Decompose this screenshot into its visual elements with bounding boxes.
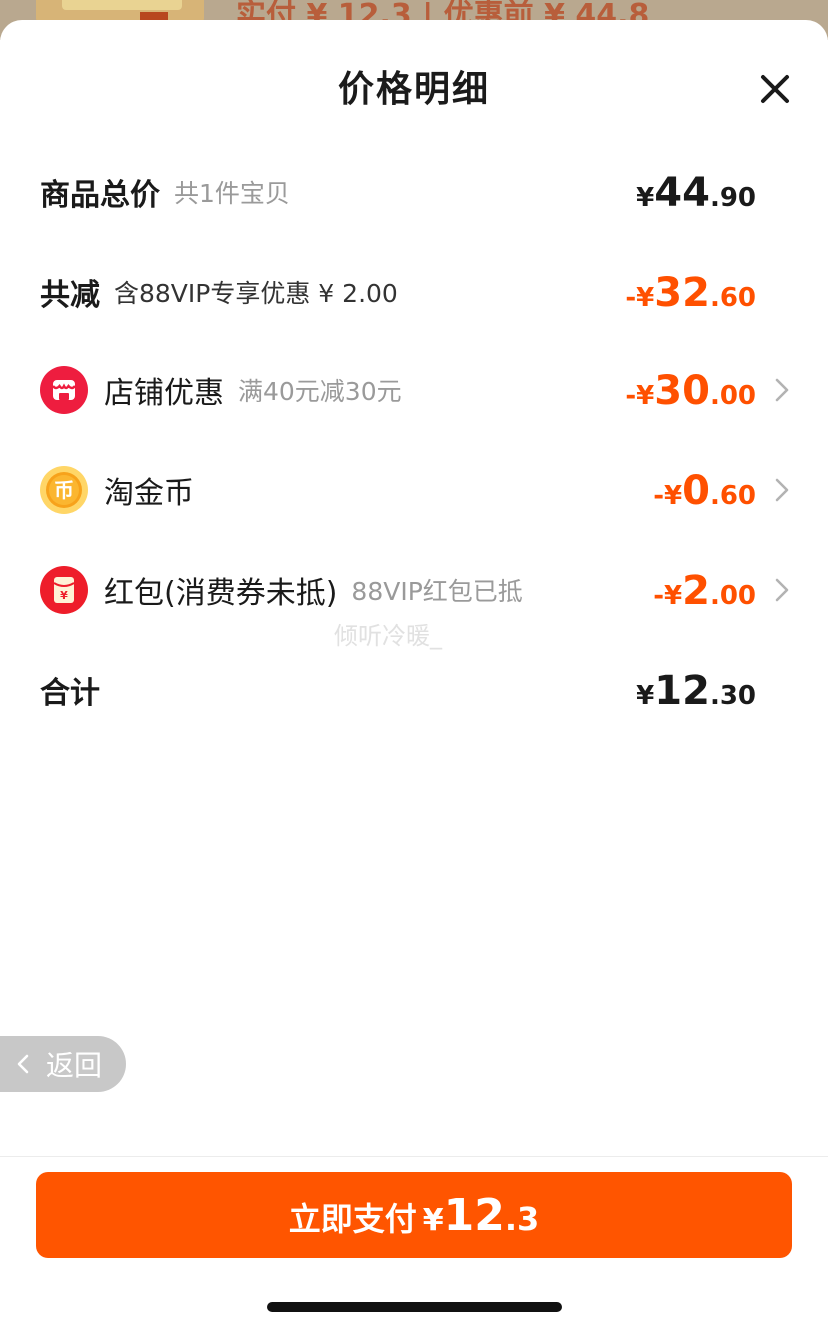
row-label: 共减 [40, 278, 100, 313]
chevron-right-icon [775, 478, 789, 502]
close-icon [761, 75, 789, 103]
row-shop-discount[interactable]: 店铺优惠 满40元减30元 -¥ 30 .00 [40, 360, 792, 420]
shop-icon [40, 366, 88, 414]
pay-button-label: 立即支付 [288, 1200, 417, 1238]
amount-decimal: .00 [709, 581, 756, 611]
row-total-reduction: 共减 含88VIP专享优惠 ¥ 2.00 -¥ 32 .60 [40, 262, 792, 322]
amount-decimal: .00 [709, 381, 756, 411]
sum-amount: ¥ 12 .30 [636, 660, 756, 720]
row-sum: 合计 ¥ 12 .30 [40, 660, 792, 720]
red-packet-amount: -¥ 2 .00 [653, 560, 756, 620]
currency-symbol: -¥ [625, 381, 655, 411]
close-button[interactable] [756, 70, 794, 108]
chevron-right-icon [775, 578, 789, 602]
row-red-packet[interactable]: ¥ 红包(消费券未抵) 88VIP红包已抵 -¥ 2 .00 [40, 560, 792, 620]
svg-text:¥: ¥ [60, 589, 68, 602]
amount-decimal: .90 [709, 183, 756, 213]
amount-integer: 12 [654, 668, 710, 714]
currency-symbol: ¥ [422, 1203, 444, 1238]
row-label: 合计 [40, 676, 100, 711]
currency-symbol: -¥ [625, 283, 655, 313]
chevron-right-icon [775, 378, 789, 402]
reduction-amount: -¥ 32 .60 [625, 262, 756, 322]
row-sublabel: 88VIP红包已抵 [351, 577, 523, 606]
amount-decimal: .3 [504, 1200, 540, 1238]
back-button-label: 返回 [46, 1049, 103, 1082]
currency-symbol: -¥ [653, 481, 683, 511]
row-label: 红包(消费券未抵) [104, 576, 338, 611]
currency-symbol: ¥ [636, 681, 655, 711]
amount-integer: 12 [443, 1190, 505, 1241]
back-button[interactable]: 返回 [0, 1036, 126, 1092]
pay-now-button[interactable]: 立即支付 ¥ 12 .3 [36, 1172, 792, 1258]
row-label: 淘金币 [104, 476, 194, 511]
row-total-price: 商品总价 共1件宝贝 ¥ 44 .90 [40, 162, 792, 222]
coin-amount: -¥ 0 .60 [653, 460, 756, 520]
price-amount: ¥ 44 .90 [636, 162, 756, 222]
amount-decimal: .60 [709, 481, 756, 511]
row-sublabel: 满40元减30元 [238, 377, 402, 406]
amount-integer: 44 [654, 170, 710, 216]
currency-symbol: ¥ [636, 183, 655, 213]
row-taojinbi[interactable]: 币 淘金币 -¥ 0 .60 [40, 460, 792, 520]
amount-decimal: .60 [709, 283, 756, 313]
row-sublabel: 共1件宝贝 [174, 179, 290, 208]
amount-integer: 32 [654, 270, 710, 316]
product-thumbnail-label [62, 0, 182, 10]
svg-text:币: 币 [54, 478, 74, 502]
chevron-left-icon [17, 1054, 29, 1074]
coin-icon: 币 [40, 466, 88, 514]
amount-decimal: .30 [709, 681, 756, 711]
home-indicator [267, 1302, 562, 1312]
currency-symbol: -¥ [653, 581, 683, 611]
row-label: 商品总价 [40, 178, 160, 213]
footer-divider [0, 1156, 828, 1157]
discount-amount: -¥ 30 .00 [625, 360, 756, 420]
amount-integer: 0 [682, 468, 710, 514]
amount-integer: 30 [654, 368, 710, 414]
row-sublabel: 含88VIP专享优惠 ¥ 2.00 [114, 279, 398, 308]
row-label: 店铺优惠 [104, 376, 224, 411]
watermark: 倾听冷暖_ [334, 622, 442, 650]
red-packet-icon: ¥ [40, 566, 88, 614]
amount-integer: 2 [682, 568, 710, 614]
sheet-title: 价格明细 [337, 69, 490, 110]
